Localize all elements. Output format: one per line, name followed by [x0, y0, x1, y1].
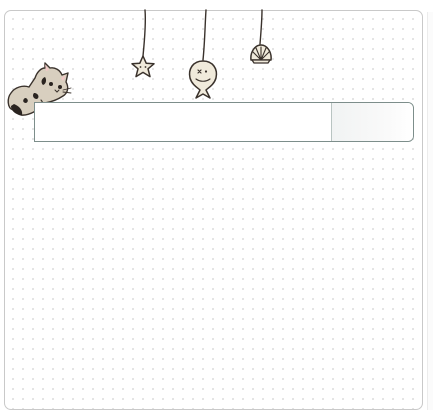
search-input[interactable]: [35, 103, 331, 141]
fish-charm-icon: [188, 60, 218, 99]
shell-charm-icon: [250, 44, 272, 64]
search-button[interactable]: [331, 103, 413, 141]
star-charm-icon: [131, 55, 155, 78]
search-bar: [34, 102, 414, 142]
page: [0, 0, 438, 416]
